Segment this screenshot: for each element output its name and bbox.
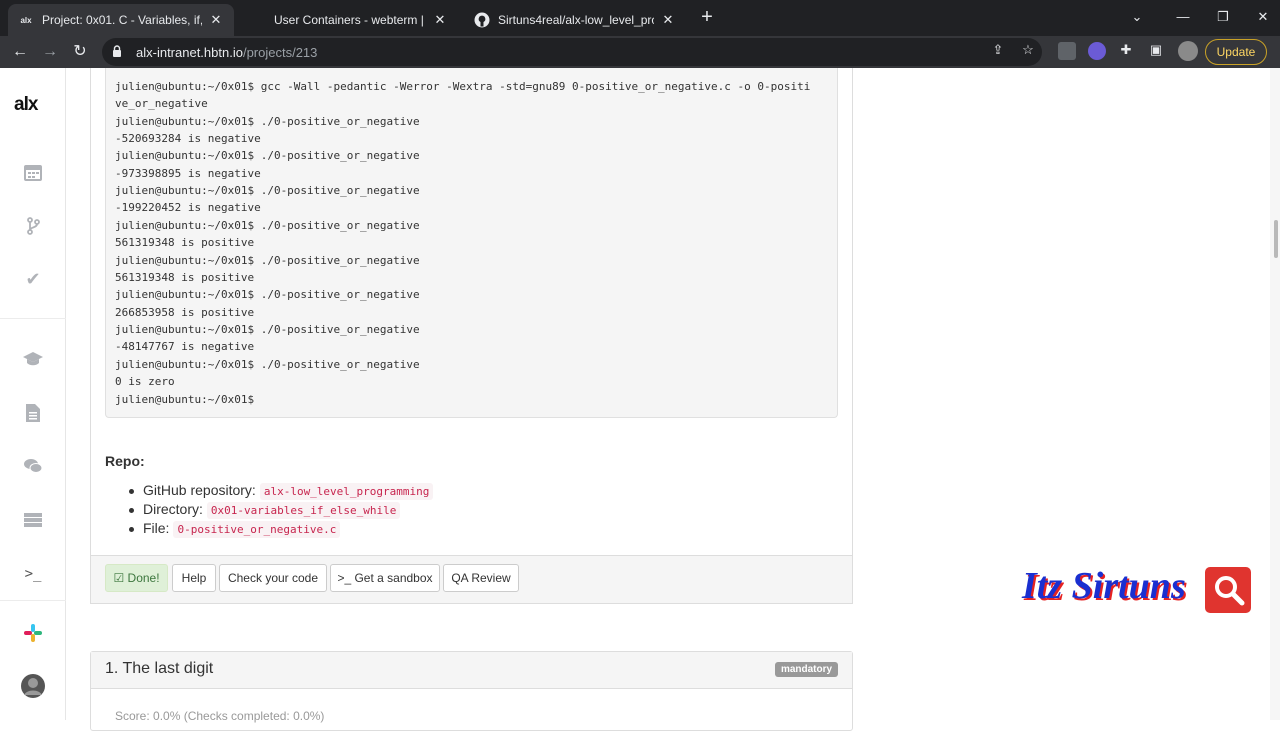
url-path: /projects/213	[242, 44, 318, 60]
sidebar-divider	[0, 600, 66, 601]
bullet	[129, 507, 134, 513]
calendar-icon[interactable]	[21, 160, 45, 184]
done-label: Done!	[127, 571, 160, 585]
terminal-icon: >_	[337, 571, 355, 585]
code-line: -48147767 is negative	[115, 340, 255, 353]
mandatory-badge: mandatory	[775, 662, 838, 677]
new-tab-button[interactable]: +	[696, 6, 718, 28]
alx-logo[interactable]: alx	[14, 94, 54, 116]
extension-icon[interactable]	[1058, 42, 1076, 60]
webterm-favicon-icon	[250, 12, 266, 28]
lock-icon	[112, 44, 126, 60]
code-line: julien@ubuntu:~/0x01$ ./0-positive_or_ne…	[115, 184, 420, 197]
repo-label: Directory:	[143, 501, 203, 517]
task-title: 1. The last digit	[105, 660, 214, 677]
watermark-text: Itz Sirtuns	[1022, 565, 1186, 607]
code-line: julien@ubuntu:~/0x01$ ./0-positive_or_ne…	[115, 254, 420, 267]
tab-project[interactable]: alx Project: 0x01. C - Variables, if, el…	[8, 4, 234, 36]
code-line: julien@ubuntu:~/0x01$ ./0-positive_or_ne…	[115, 358, 420, 371]
url-host: alx-intranet.hbtn.io	[136, 44, 243, 60]
chat-icon[interactable]	[21, 454, 45, 478]
sidebar-divider	[0, 318, 66, 319]
search-badge-icon	[1205, 567, 1251, 613]
code-line: 561319348 is positive	[115, 236, 255, 249]
tab-github[interactable]: Sirtuns4real/alx-low_level_progra ✕	[464, 4, 686, 36]
reload-icon[interactable]: ↻	[68, 40, 92, 64]
close-icon[interactable]: ✕	[432, 12, 448, 28]
code-line: julien@ubuntu:~/0x01$	[115, 393, 255, 406]
branch-icon[interactable]	[21, 214, 45, 238]
code-line: 561319348 is positive	[115, 271, 255, 284]
code-line: julien@ubuntu:~/0x01$ ./0-positive_or_ne…	[115, 149, 420, 162]
sidebar: alx ✔ >_	[0, 68, 66, 720]
maximize-button[interactable]: ❐	[1208, 6, 1238, 28]
qa-review-button[interactable]: QA Review	[443, 564, 519, 592]
close-icon[interactable]: ✕	[208, 12, 224, 28]
document-icon[interactable]	[21, 401, 45, 425]
address-bar[interactable]: alx-intranet.hbtn.io/projects/213	[102, 38, 1042, 66]
code-line: julien@ubuntu:~/0x01$ ./0-positive_or_ne…	[115, 219, 420, 232]
url-text: alx-intranet.hbtn.io/projects/213	[136, 45, 317, 60]
tab-title: User Containers - webterm | Lag	[274, 13, 426, 27]
update-button[interactable]: Update	[1205, 39, 1267, 65]
server-icon[interactable]	[21, 508, 45, 532]
puzzle-icon[interactable]: ✚	[1116, 40, 1136, 60]
code-line: 266853958 is positive	[115, 306, 255, 319]
bullet	[129, 488, 134, 494]
code-line: -520693284 is negative	[115, 132, 261, 145]
sandbox-button[interactable]: >_ Get a sandbox	[330, 564, 440, 592]
code-line: julien@ubuntu:~/0x01$ ./0-positive_or_ne…	[115, 288, 420, 301]
forward-arrow-icon[interactable]: →	[38, 40, 62, 64]
code-line: ve_or_negative	[115, 97, 208, 110]
repo-value: alx-low_level_programming	[259, 483, 434, 500]
profile-avatar[interactable]	[1178, 41, 1198, 61]
tab-title: Project: 0x01. C - Variables, if, else	[42, 13, 202, 27]
code-line: -973398895 is negative	[115, 167, 261, 180]
graduation-cap-icon[interactable]	[21, 347, 45, 371]
repo-item-directory: Directory: 0x01-variables_if_else_while	[129, 501, 401, 519]
back-arrow-icon[interactable]: ←	[8, 40, 32, 64]
repo-value: 0-positive_or_negative.c	[173, 521, 341, 538]
terminal-icon[interactable]: >_	[21, 562, 45, 586]
sidepanel-icon[interactable]: ▣	[1146, 40, 1166, 60]
code-line: julien@ubuntu:~/0x01$ ./0-positive_or_ne…	[115, 115, 420, 128]
code-line: 0 is zero	[115, 375, 175, 388]
browser-tab-bar: alx Project: 0x01. C - Variables, if, el…	[0, 0, 1280, 36]
minimize-button[interactable]: —	[1168, 6, 1198, 28]
tab-user-containers[interactable]: User Containers - webterm | Lag ✕	[240, 4, 458, 36]
task-score: Score: 0.0% (Checks completed: 0.0%)	[115, 709, 325, 723]
alx-favicon-icon: alx	[20, 15, 32, 25]
page-content: alx ✔ >_ julien@ubuntu:~/0x01$ gcc -Wall…	[0, 68, 1280, 731]
help-button[interactable]: Help	[172, 564, 216, 592]
star-icon[interactable]: ☆	[1018, 40, 1038, 60]
close-window-button[interactable]: ✕	[1248, 6, 1278, 28]
tab-title: Sirtuns4real/alx-low_level_progra	[498, 13, 654, 27]
share-icon[interactable]: ⇪	[988, 40, 1008, 60]
scrollbar-track[interactable]	[1270, 68, 1280, 720]
tab-search-button[interactable]: ⌄	[1122, 6, 1152, 28]
code-line: julien@ubuntu:~/0x01$ ./0-positive_or_ne…	[115, 323, 420, 336]
repo-heading: Repo:	[105, 453, 145, 469]
code-line: -199220452 is negative	[115, 201, 261, 214]
bullet	[129, 526, 134, 532]
repo-label: File:	[143, 520, 170, 536]
repo-item-file: File: 0-positive_or_negative.c	[129, 520, 341, 538]
github-icon	[474, 12, 490, 28]
check-square-icon: ☑	[113, 571, 128, 585]
check-icon[interactable]: ✔	[21, 267, 45, 291]
done-button[interactable]: ☑ Done!	[105, 564, 168, 592]
close-icon[interactable]: ✕	[660, 12, 676, 28]
extension-badge-icon[interactable]	[1088, 42, 1106, 60]
repo-value: 0x01-variables_if_else_while	[206, 502, 401, 519]
browser-toolbar: ← → ↻ alx-intranet.hbtn.io/projects/213 …	[0, 36, 1280, 68]
repo-label: GitHub repository:	[143, 482, 256, 498]
repo-item-github: GitHub repository: alx-low_level_programm…	[129, 482, 434, 500]
code-line: julien@ubuntu:~/0x01$ gcc -Wall -pedanti…	[115, 80, 811, 93]
scrollbar-thumb[interactable]	[1274, 220, 1278, 258]
check-code-button[interactable]: Check your code	[219, 564, 327, 592]
sandbox-label: Get a sandbox	[354, 571, 433, 585]
slack-icon[interactable]	[21, 621, 45, 645]
avatar[interactable]	[21, 674, 45, 698]
